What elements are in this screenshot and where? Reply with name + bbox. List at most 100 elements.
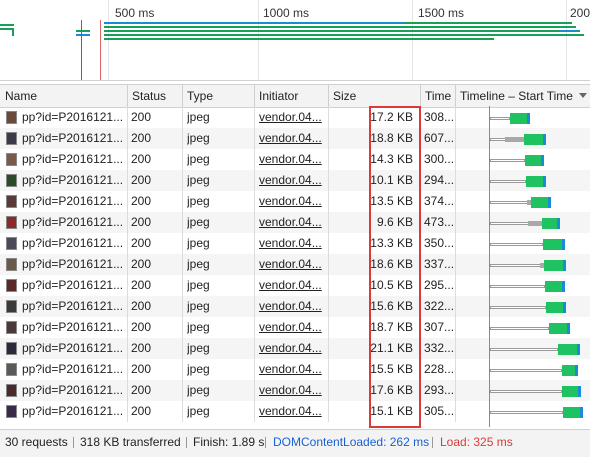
column-header-name[interactable]: Name <box>0 85 127 107</box>
column-divider <box>328 233 329 254</box>
request-initiator-link[interactable]: vendor.04... <box>259 233 325 254</box>
column-divider <box>455 401 456 422</box>
domcontentloaded-time: DOMContentLoaded: 262 ms <box>273 435 430 449</box>
request-name[interactable]: pp?id=P2016121... <box>22 359 126 380</box>
waterfall-ttfb[interactable] <box>542 218 557 229</box>
request-initiator-link[interactable]: vendor.04... <box>259 212 325 233</box>
request-time: 607... <box>424 131 454 145</box>
column-divider <box>127 296 128 317</box>
request-name[interactable]: pp?id=P2016121... <box>22 212 126 233</box>
waterfall-ttfb[interactable] <box>549 323 567 334</box>
request-type: jpeg <box>187 362 210 376</box>
request-row[interactable]: pp?id=P2016121... 200 jpeg vendor.04... 10.5… <box>0 275 590 296</box>
request-type: jpeg <box>187 257 210 271</box>
request-name[interactable]: pp?id=P2016121... <box>22 149 126 170</box>
waterfall-waiting <box>490 390 562 393</box>
request-size: 15.5 KB <box>370 362 413 376</box>
request-initiator-link[interactable]: vendor.04... <box>259 401 325 422</box>
waterfall-ttfb[interactable] <box>524 134 543 145</box>
image-file-icon <box>6 363 17 376</box>
waterfall-waiting <box>490 159 525 162</box>
request-initiator-link[interactable]: vendor.04... <box>259 107 325 128</box>
overview-bar <box>0 24 14 26</box>
waterfall-ttfb[interactable] <box>543 239 562 250</box>
request-name[interactable]: pp?id=P2016121... <box>22 401 126 422</box>
request-initiator-link[interactable]: vendor.04... <box>259 149 325 170</box>
request-name[interactable]: pp?id=P2016121... <box>22 107 126 128</box>
waterfall-ttfb[interactable] <box>558 344 577 355</box>
request-row[interactable]: pp?id=P2016121... 200 jpeg vendor.04... 10.1… <box>0 170 590 191</box>
waterfall-ttfb[interactable] <box>563 407 580 418</box>
image-file-icon <box>6 405 17 418</box>
request-row[interactable]: pp?id=P2016121... 200 jpeg vendor.04... 15.5… <box>0 359 590 380</box>
request-row[interactable]: pp?id=P2016121... 200 jpeg vendor.04... 18.6… <box>0 254 590 275</box>
request-name[interactable]: pp?id=P2016121... <box>22 191 126 212</box>
request-row[interactable]: pp?id=P2016121... 200 jpeg vendor.04... 15.6… <box>0 296 590 317</box>
waterfall-ttfb[interactable] <box>544 260 563 271</box>
request-row[interactable]: pp?id=P2016121... 200 jpeg vendor.04... 9.6 … <box>0 212 590 233</box>
request-row[interactable]: pp?id=P2016121... 200 jpeg vendor.04... 15.1… <box>0 401 590 422</box>
request-row[interactable]: pp?id=P2016121... 200 jpeg vendor.04... 17.6… <box>0 380 590 401</box>
column-header-type[interactable]: Type <box>182 85 254 107</box>
column-divider <box>182 275 183 296</box>
waterfall-waiting <box>490 201 530 204</box>
network-request-list[interactable]: pp?id=P2016121... 200 jpeg vendor.04... 17.2… <box>0 107 590 427</box>
transferred-size: 318 KB transferred <box>80 435 181 449</box>
request-row[interactable]: pp?id=P2016121... 200 jpeg vendor.04... 21.1… <box>0 338 590 359</box>
waterfall-queueing <box>528 221 542 226</box>
request-name[interactable]: pp?id=P2016121... <box>22 317 126 338</box>
waterfall-ttfb[interactable] <box>525 155 541 166</box>
request-name[interactable]: pp?id=P2016121... <box>22 128 126 149</box>
waterfall-download <box>543 176 546 187</box>
request-name[interactable]: pp?id=P2016121... <box>22 275 126 296</box>
request-initiator-link[interactable]: vendor.04... <box>259 275 325 296</box>
waterfall-waiting <box>490 306 546 309</box>
request-name[interactable]: pp?id=P2016121... <box>22 380 126 401</box>
domcontentloaded-marker <box>81 20 82 80</box>
image-file-icon <box>6 132 17 145</box>
request-name[interactable]: pp?id=P2016121... <box>22 170 126 191</box>
request-initiator-link[interactable]: vendor.04... <box>259 296 325 317</box>
waterfall-ttfb[interactable] <box>545 281 562 292</box>
request-row[interactable]: pp?id=P2016121... 200 jpeg vendor.04... 13.3… <box>0 233 590 254</box>
sort-descending-icon[interactable] <box>579 93 587 98</box>
waterfall-ttfb[interactable] <box>526 176 543 187</box>
column-divider <box>455 107 456 128</box>
column-divider <box>328 359 329 380</box>
request-name[interactable]: pp?id=P2016121... <box>22 254 126 275</box>
request-name[interactable]: pp?id=P2016121... <box>22 338 126 359</box>
request-row[interactable]: pp?id=P2016121... 200 jpeg vendor.04... 18.7… <box>0 317 590 338</box>
request-initiator-link[interactable]: vendor.04... <box>259 338 325 359</box>
image-file-icon <box>6 342 17 355</box>
request-initiator-link[interactable]: vendor.04... <box>259 380 325 401</box>
column-divider <box>254 380 255 401</box>
column-header-time[interactable]: Time <box>420 85 455 107</box>
request-initiator-link[interactable]: vendor.04... <box>259 359 325 380</box>
request-row[interactable]: pp?id=P2016121... 200 jpeg vendor.04... 13.5… <box>0 191 590 212</box>
column-header-timeline[interactable]: Timeline – Start Time <box>455 85 580 107</box>
request-initiator-link[interactable]: vendor.04... <box>259 191 325 212</box>
timeline-overview[interactable]: 500 ms 1000 ms 1500 ms 200 <box>0 0 590 81</box>
image-file-icon <box>6 237 17 250</box>
request-name[interactable]: pp?id=P2016121... <box>22 233 126 254</box>
request-initiator-link[interactable]: vendor.04... <box>259 170 325 191</box>
request-row[interactable]: pp?id=P2016121... 200 jpeg vendor.04... 18.8… <box>0 128 590 149</box>
waterfall-ttfb[interactable] <box>562 386 578 397</box>
request-initiator-link[interactable]: vendor.04... <box>259 128 325 149</box>
waterfall-ttfb[interactable] <box>510 113 527 124</box>
waterfall-ttfb[interactable] <box>546 302 563 313</box>
waterfall-ttfb[interactable] <box>531 197 548 208</box>
column-header-size[interactable]: Size <box>328 85 420 107</box>
column-header-status[interactable]: Status <box>127 85 182 107</box>
column-divider <box>420 107 421 128</box>
request-initiator-link[interactable]: vendor.04... <box>259 254 325 275</box>
column-divider <box>420 170 421 191</box>
waterfall-ttfb[interactable] <box>562 365 575 376</box>
column-divider <box>328 170 329 191</box>
request-row[interactable]: pp?id=P2016121... 200 jpeg vendor.04... 14.3… <box>0 149 590 170</box>
request-row[interactable]: pp?id=P2016121... 200 jpeg vendor.04... 17.2… <box>0 107 590 128</box>
request-initiator-link[interactable]: vendor.04... <box>259 317 325 338</box>
request-name[interactable]: pp?id=P2016121... <box>22 296 126 317</box>
image-file-icon <box>6 258 17 271</box>
column-header-initiator[interactable]: Initiator <box>254 85 328 107</box>
